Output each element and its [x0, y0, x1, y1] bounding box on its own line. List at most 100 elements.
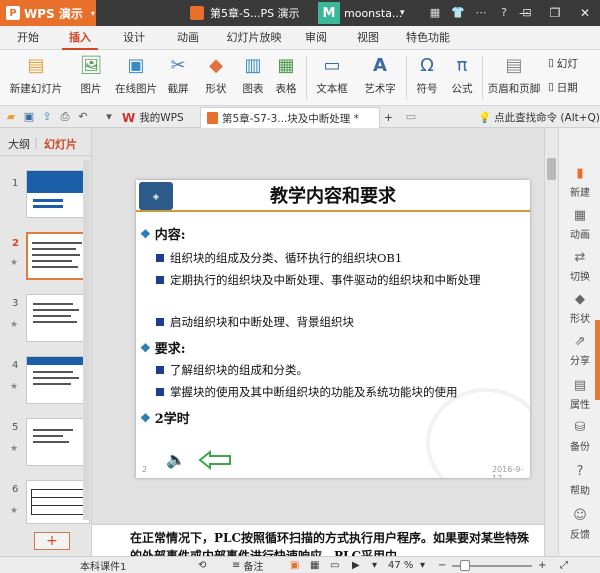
slide-thumbnail-1[interactable]: [26, 170, 90, 218]
more-icon[interactable]: ⋯: [474, 6, 488, 20]
fit-window-icon[interactable]: ⤢: [560, 559, 568, 572]
bullet-item[interactable]: 启动组织块和中断处理、背景组织块: [156, 312, 516, 332]
symbol-button[interactable]: Ω 符号: [410, 52, 444, 104]
task-share[interactable]: ⇗ 分享: [559, 332, 600, 372]
undo-icon[interactable]: ↶: [76, 110, 90, 124]
reading-view-icon[interactable]: ▭: [330, 559, 339, 572]
play-icon[interactable]: ▶: [352, 559, 360, 572]
title-bar: P WPS 演示 ▾ 第5章-S...PS 演示 M moonsta... ▾ …: [0, 0, 600, 26]
task-shape[interactable]: ◆ 形状: [559, 290, 600, 330]
ribbon-separator: [306, 56, 307, 100]
zoom-level[interactable]: 47 %: [388, 559, 413, 572]
tab-active-document[interactable]: 第5章-S7-3...块及中断处理 *: [200, 107, 380, 128]
current-slide[interactable]: ◈ 教学内容和要求 ❖ 内容: 组织块的组成及分类、循环执行的组织块OB1 定期…: [136, 180, 530, 478]
dropdown-icon[interactable]: ▾: [102, 110, 116, 124]
account-chevron-icon[interactable]: ▾: [400, 0, 405, 26]
screenshot-button[interactable]: ✂ 截屏: [160, 52, 196, 104]
tab-slideshow[interactable]: 幻灯片放映: [222, 26, 286, 50]
task-new[interactable]: ▮ 新建: [559, 164, 600, 204]
notes-toggle[interactable]: ≡ 备注: [232, 559, 263, 573]
command-search[interactable]: 💡 点此查找命令 (Alt+Q): [478, 108, 600, 126]
zoom-dropdown-icon[interactable]: ▾: [420, 559, 425, 572]
header-footer-button[interactable]: ▤ 页眉和页脚: [486, 52, 542, 104]
slide-thumbnail-6[interactable]: [26, 480, 90, 524]
skin-icon[interactable]: 👕: [451, 6, 465, 20]
picture-button[interactable]: 🖼 图片: [72, 52, 110, 104]
help-icon[interactable]: ?: [497, 6, 511, 20]
formula-button[interactable]: π 公式: [446, 52, 478, 104]
bullet-item[interactable]: 了解组织块的组成和分类。: [156, 360, 516, 380]
shape-button[interactable]: ◆ 形状: [198, 52, 234, 104]
task-transition[interactable]: ⇄ 切换: [559, 248, 600, 288]
new-tab-button[interactable]: +: [378, 107, 399, 128]
section-heading[interactable]: ❖ 2学时: [140, 408, 190, 428]
layout-icon[interactable]: ▦: [428, 6, 442, 20]
notes-text[interactable]: 在正常情况下，PLC按照循环扫描的方式执行用户程序。如果要对某些特殊的外部事件或…: [130, 529, 540, 556]
diamond-bullet-icon: ❖: [140, 226, 151, 241]
history-icon[interactable]: ⟲: [198, 559, 206, 572]
task-help[interactable]: ? 帮助: [559, 462, 600, 502]
star-icon: ★: [10, 382, 19, 392]
textbox-icon: ▭: [323, 54, 341, 76]
slide-thumbnail-4[interactable]: [26, 356, 90, 404]
account-name[interactable]: moonsta...: [344, 0, 402, 26]
slide-number-button[interactable]: ▯ 幻灯: [548, 54, 578, 72]
slide-thumbnail-2[interactable]: [26, 232, 90, 280]
date-button[interactable]: ▯ 日期: [548, 78, 578, 96]
bullet-item[interactable]: 定期执行的组织块及中断处理、事件驱动的组织块和中断处理: [156, 270, 516, 290]
section-heading[interactable]: ❖ 要求:: [140, 338, 186, 358]
play-dropdown-icon[interactable]: ▾: [372, 559, 377, 572]
print-icon[interactable]: ⎙: [58, 110, 72, 124]
textbox-button[interactable]: ▭ 文本框: [310, 52, 354, 104]
tab-review[interactable]: 审阅: [298, 26, 334, 50]
lightbulb-icon: 💡: [478, 111, 492, 124]
zoom-out-icon[interactable]: −: [438, 559, 446, 572]
section-heading[interactable]: ❖ 内容:: [140, 224, 186, 244]
restore-button[interactable]: ❐: [540, 0, 570, 26]
panel-collapse-handle[interactable]: [595, 320, 600, 400]
normal-view-icon[interactable]: ▣: [290, 559, 299, 572]
tab-slides[interactable]: 幻灯片: [44, 136, 77, 152]
editor-scrollbar[interactable]: [544, 128, 558, 556]
tab-outline[interactable]: 大纲: [8, 136, 30, 152]
tab-design[interactable]: 设计: [116, 26, 152, 50]
new-slide-button[interactable]: ▤ 新建幻灯片: [4, 52, 68, 104]
minimize-button[interactable]: —: [510, 0, 540, 26]
editor-scrollbar-thumb[interactable]: [547, 158, 556, 180]
task-animation[interactable]: ▦ 动画: [559, 206, 600, 246]
slides-panel-scrollbar[interactable]: [83, 160, 90, 520]
task-backup[interactable]: ⛁ 备份: [559, 418, 600, 458]
tab-animation[interactable]: 动画: [170, 26, 206, 50]
sorter-view-icon[interactable]: ▦: [310, 559, 319, 572]
task-feedback[interactable]: ☺ 反馈: [559, 506, 600, 546]
tab-my-wps[interactable]: W 我的WPS: [116, 107, 190, 128]
tab-insert[interactable]: 插入: [62, 26, 98, 50]
save-icon[interactable]: ▣: [22, 110, 36, 124]
task-properties[interactable]: ▤ 属性: [559, 376, 600, 416]
slide-title[interactable]: 教学内容和要求: [136, 182, 530, 208]
bullet-item[interactable]: 组织块的组成及分类、循环执行的组织块OB1: [156, 248, 516, 268]
wordart-button[interactable]: A 艺术字: [358, 52, 402, 104]
tabs-overflow-icon[interactable]: ▭: [404, 110, 418, 124]
tab-special[interactable]: 特色功能: [400, 26, 456, 50]
online-picture-button[interactable]: ▣ 在线图片: [112, 52, 160, 104]
notes-pane[interactable]: 在正常情况下，PLC按照循环扫描的方式执行用户程序。如果要对某些特殊的外部事件或…: [92, 524, 544, 556]
tab-view[interactable]: 视图: [350, 26, 386, 50]
open-folder-icon[interactable]: ▰: [4, 110, 18, 124]
speaker-icon[interactable]: 🔈: [166, 450, 188, 470]
account-avatar[interactable]: M: [318, 2, 340, 24]
export-icon[interactable]: ⇪: [40, 110, 54, 124]
close-button[interactable]: ✕: [570, 0, 600, 26]
bullet-item[interactable]: 掌握块的使用及其中断组织块的功能及系统功能块的使用: [156, 382, 516, 402]
table-button[interactable]: ▦ 表格: [268, 52, 304, 104]
chart-button[interactable]: ▥ 图表: [236, 52, 270, 104]
add-slide-button[interactable]: +: [34, 532, 70, 550]
zoom-in-icon[interactable]: +: [538, 559, 546, 572]
wps-menu-button[interactable]: P WPS 演示 ▾: [0, 0, 96, 26]
shape-icon: ◆: [209, 54, 223, 76]
slide-thumbnail-5[interactable]: [26, 418, 90, 466]
slide-thumbnail-3[interactable]: [26, 294, 90, 342]
tab-home[interactable]: 开始: [10, 26, 46, 50]
diamond-bullet-icon: ❖: [140, 410, 151, 425]
zoom-slider-handle[interactable]: [460, 560, 470, 571]
